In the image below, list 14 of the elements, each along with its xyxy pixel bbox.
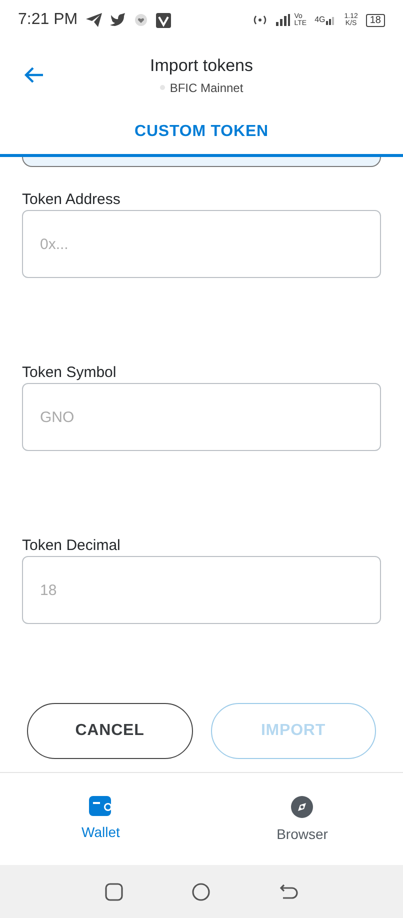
clock: 7:21 PM (18, 10, 78, 30)
input-field[interactable]: 0x... (22, 210, 381, 278)
nav-tab[interactable]: Browser (202, 773, 403, 865)
field-label: Token Decimal (22, 537, 122, 554)
battery: 18 (366, 14, 385, 26)
network-name: BFIC Mainnet (170, 80, 244, 97)
network-label: 4G (314, 14, 326, 26)
action-button[interactable]: CANCEL (27, 703, 192, 759)
page-title: Import tokens (150, 55, 253, 78)
nav-tab[interactable]: Wallet (0, 773, 202, 865)
input-field[interactable]: 18 (22, 556, 381, 624)
field-label: Token Address (22, 191, 122, 208)
field-label: Token Symbol (22, 364, 118, 381)
input-field[interactable]: GNO (22, 383, 381, 451)
